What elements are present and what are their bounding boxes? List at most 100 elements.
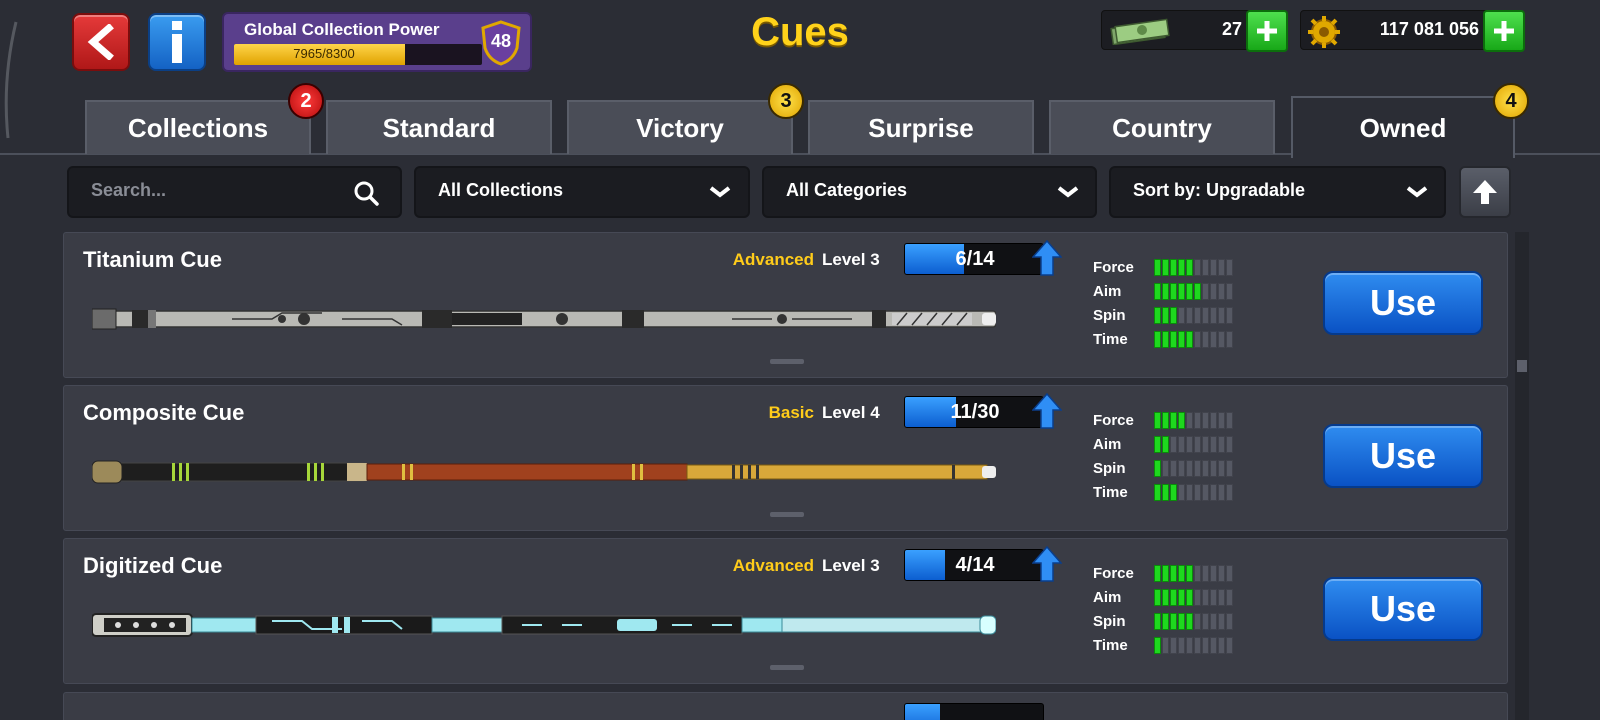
stat-segment (1202, 307, 1209, 324)
chevron-down-icon (1057, 186, 1079, 198)
stat-segment (1210, 613, 1217, 630)
stat-segment (1202, 412, 1209, 429)
upgrade-progress-bar (904, 703, 1044, 720)
stat-segment (1154, 331, 1161, 348)
stat-segment (1210, 331, 1217, 348)
upgrade-progress-text: 11/30 (950, 401, 1000, 423)
collections-dropdown[interactable]: All Collections (414, 166, 750, 218)
stat-segment (1218, 589, 1225, 606)
stat-segment (1154, 412, 1161, 429)
stat-segment (1210, 436, 1217, 453)
side-arc-decoration (4, 21, 18, 139)
stat-segment (1154, 436, 1161, 453)
use-cue-button[interactable]: Use (1323, 577, 1483, 641)
expand-handle[interactable] (770, 665, 804, 670)
expand-handle[interactable] (770, 512, 804, 517)
use-cue-button[interactable]: Use (1323, 424, 1483, 488)
stat-segment (1170, 307, 1177, 324)
categories-dropdown-value: All Categories (786, 180, 908, 200)
tab-country[interactable]: Country (1049, 100, 1275, 154)
scrollbar-thumb[interactable] (1517, 360, 1527, 372)
add-cash-button[interactable] (1246, 10, 1288, 52)
sort-direction-button[interactable] (1459, 166, 1511, 218)
upgrade-arrow-icon[interactable] (1032, 240, 1062, 276)
cue-card-partial[interactable] (63, 692, 1508, 720)
use-cue-button[interactable]: Use (1323, 271, 1483, 335)
stat-segment (1154, 259, 1161, 276)
stat-segment (1178, 460, 1185, 477)
upgrade-arrow-icon[interactable] (1032, 546, 1062, 582)
cue-rarity-text: Advanced (732, 556, 814, 575)
stat-segment (1226, 331, 1233, 348)
stat-segment (1210, 484, 1217, 501)
collection-power-progress: 7965/8300 (293, 46, 355, 61)
back-button[interactable] (72, 13, 130, 71)
stat-segment (1186, 565, 1193, 582)
upgrade-arrow-icon[interactable] (1032, 393, 1062, 429)
stat-label: Spin (1093, 613, 1126, 630)
stat-segment (1186, 331, 1193, 348)
info-icon (172, 21, 182, 63)
stat-segment (1218, 484, 1225, 501)
cue-level: Level 3 (822, 250, 880, 269)
expand-handle[interactable] (770, 359, 804, 364)
cue-level: Level 3 (822, 556, 880, 575)
tab-surprise[interactable]: Surprise (808, 100, 1034, 154)
arrow-up-icon (1473, 180, 1497, 204)
cue-image (92, 308, 996, 330)
stat-segment (1226, 565, 1233, 582)
sort-dropdown[interactable]: Sort by: Upgradable (1109, 166, 1446, 218)
cash-value: 27 (1221, 19, 1242, 39)
info-button[interactable] (148, 13, 206, 71)
search-input[interactable]: Search... (67, 166, 402, 218)
upgrade-progress-bar: 11/30 (904, 396, 1044, 428)
stat-segment (1186, 283, 1193, 300)
add-coins-button[interactable] (1483, 10, 1525, 52)
plus-icon (1257, 21, 1277, 41)
stat-segment (1170, 460, 1177, 477)
stat-segment (1186, 484, 1193, 501)
tab-label: Country (1112, 112, 1212, 143)
cue-card[interactable]: Composite Cue Basic Level 4 11/30 Force … (63, 385, 1508, 531)
coin-gear-icon (1308, 16, 1340, 48)
tab-collections[interactable]: Collections (85, 100, 311, 154)
stat-segment (1162, 283, 1169, 300)
stat-segment (1154, 637, 1161, 654)
stat-segment (1218, 307, 1225, 324)
tab-standard[interactable]: Standard (326, 100, 552, 154)
stat-label: Spin (1093, 460, 1126, 477)
back-arrow-icon (87, 24, 114, 60)
collection-level-value: 48 (490, 31, 512, 51)
stat-segment (1154, 565, 1161, 582)
page-title: Cues (751, 10, 849, 54)
stat-segment (1194, 436, 1201, 453)
stat-segment (1178, 331, 1185, 348)
stat-segment (1162, 589, 1169, 606)
stat-segment (1162, 412, 1169, 429)
stat-segment (1194, 460, 1201, 477)
plus-icon (1494, 21, 1514, 41)
categories-dropdown[interactable]: All Categories (762, 166, 1097, 218)
stat-bar-aim (1154, 436, 1233, 453)
stat-segment (1202, 484, 1209, 501)
cue-card[interactable]: Digitized Cue Advanced Level 3 4/14 Forc… (63, 538, 1508, 684)
cue-rarity-text: Advanced (732, 250, 814, 269)
stat-segment (1226, 283, 1233, 300)
collection-power-label: Global Collection Power (244, 20, 440, 39)
scrollbar-track[interactable] (1515, 232, 1529, 720)
tab-owned[interactable]: Owned (1291, 96, 1515, 158)
stat-bar-spin (1154, 613, 1233, 630)
stat-segment (1170, 484, 1177, 501)
collection-power-bar: 7965/8300 (234, 44, 482, 65)
stat-segment (1154, 613, 1161, 630)
global-collection-power[interactable]: Global Collection Power 7965/8300 48 (222, 12, 532, 72)
stat-segment (1210, 565, 1217, 582)
stat-segment (1210, 589, 1217, 606)
stat-segment (1170, 412, 1177, 429)
stat-segment (1178, 637, 1185, 654)
tab-victory[interactable]: Victory (567, 100, 793, 154)
cue-card[interactable]: Titanium Cue Advanced Level 3 6/14 Force… (63, 232, 1508, 378)
tab-label: Standard (382, 112, 496, 143)
stat-segment (1178, 436, 1185, 453)
stat-segment (1194, 637, 1201, 654)
